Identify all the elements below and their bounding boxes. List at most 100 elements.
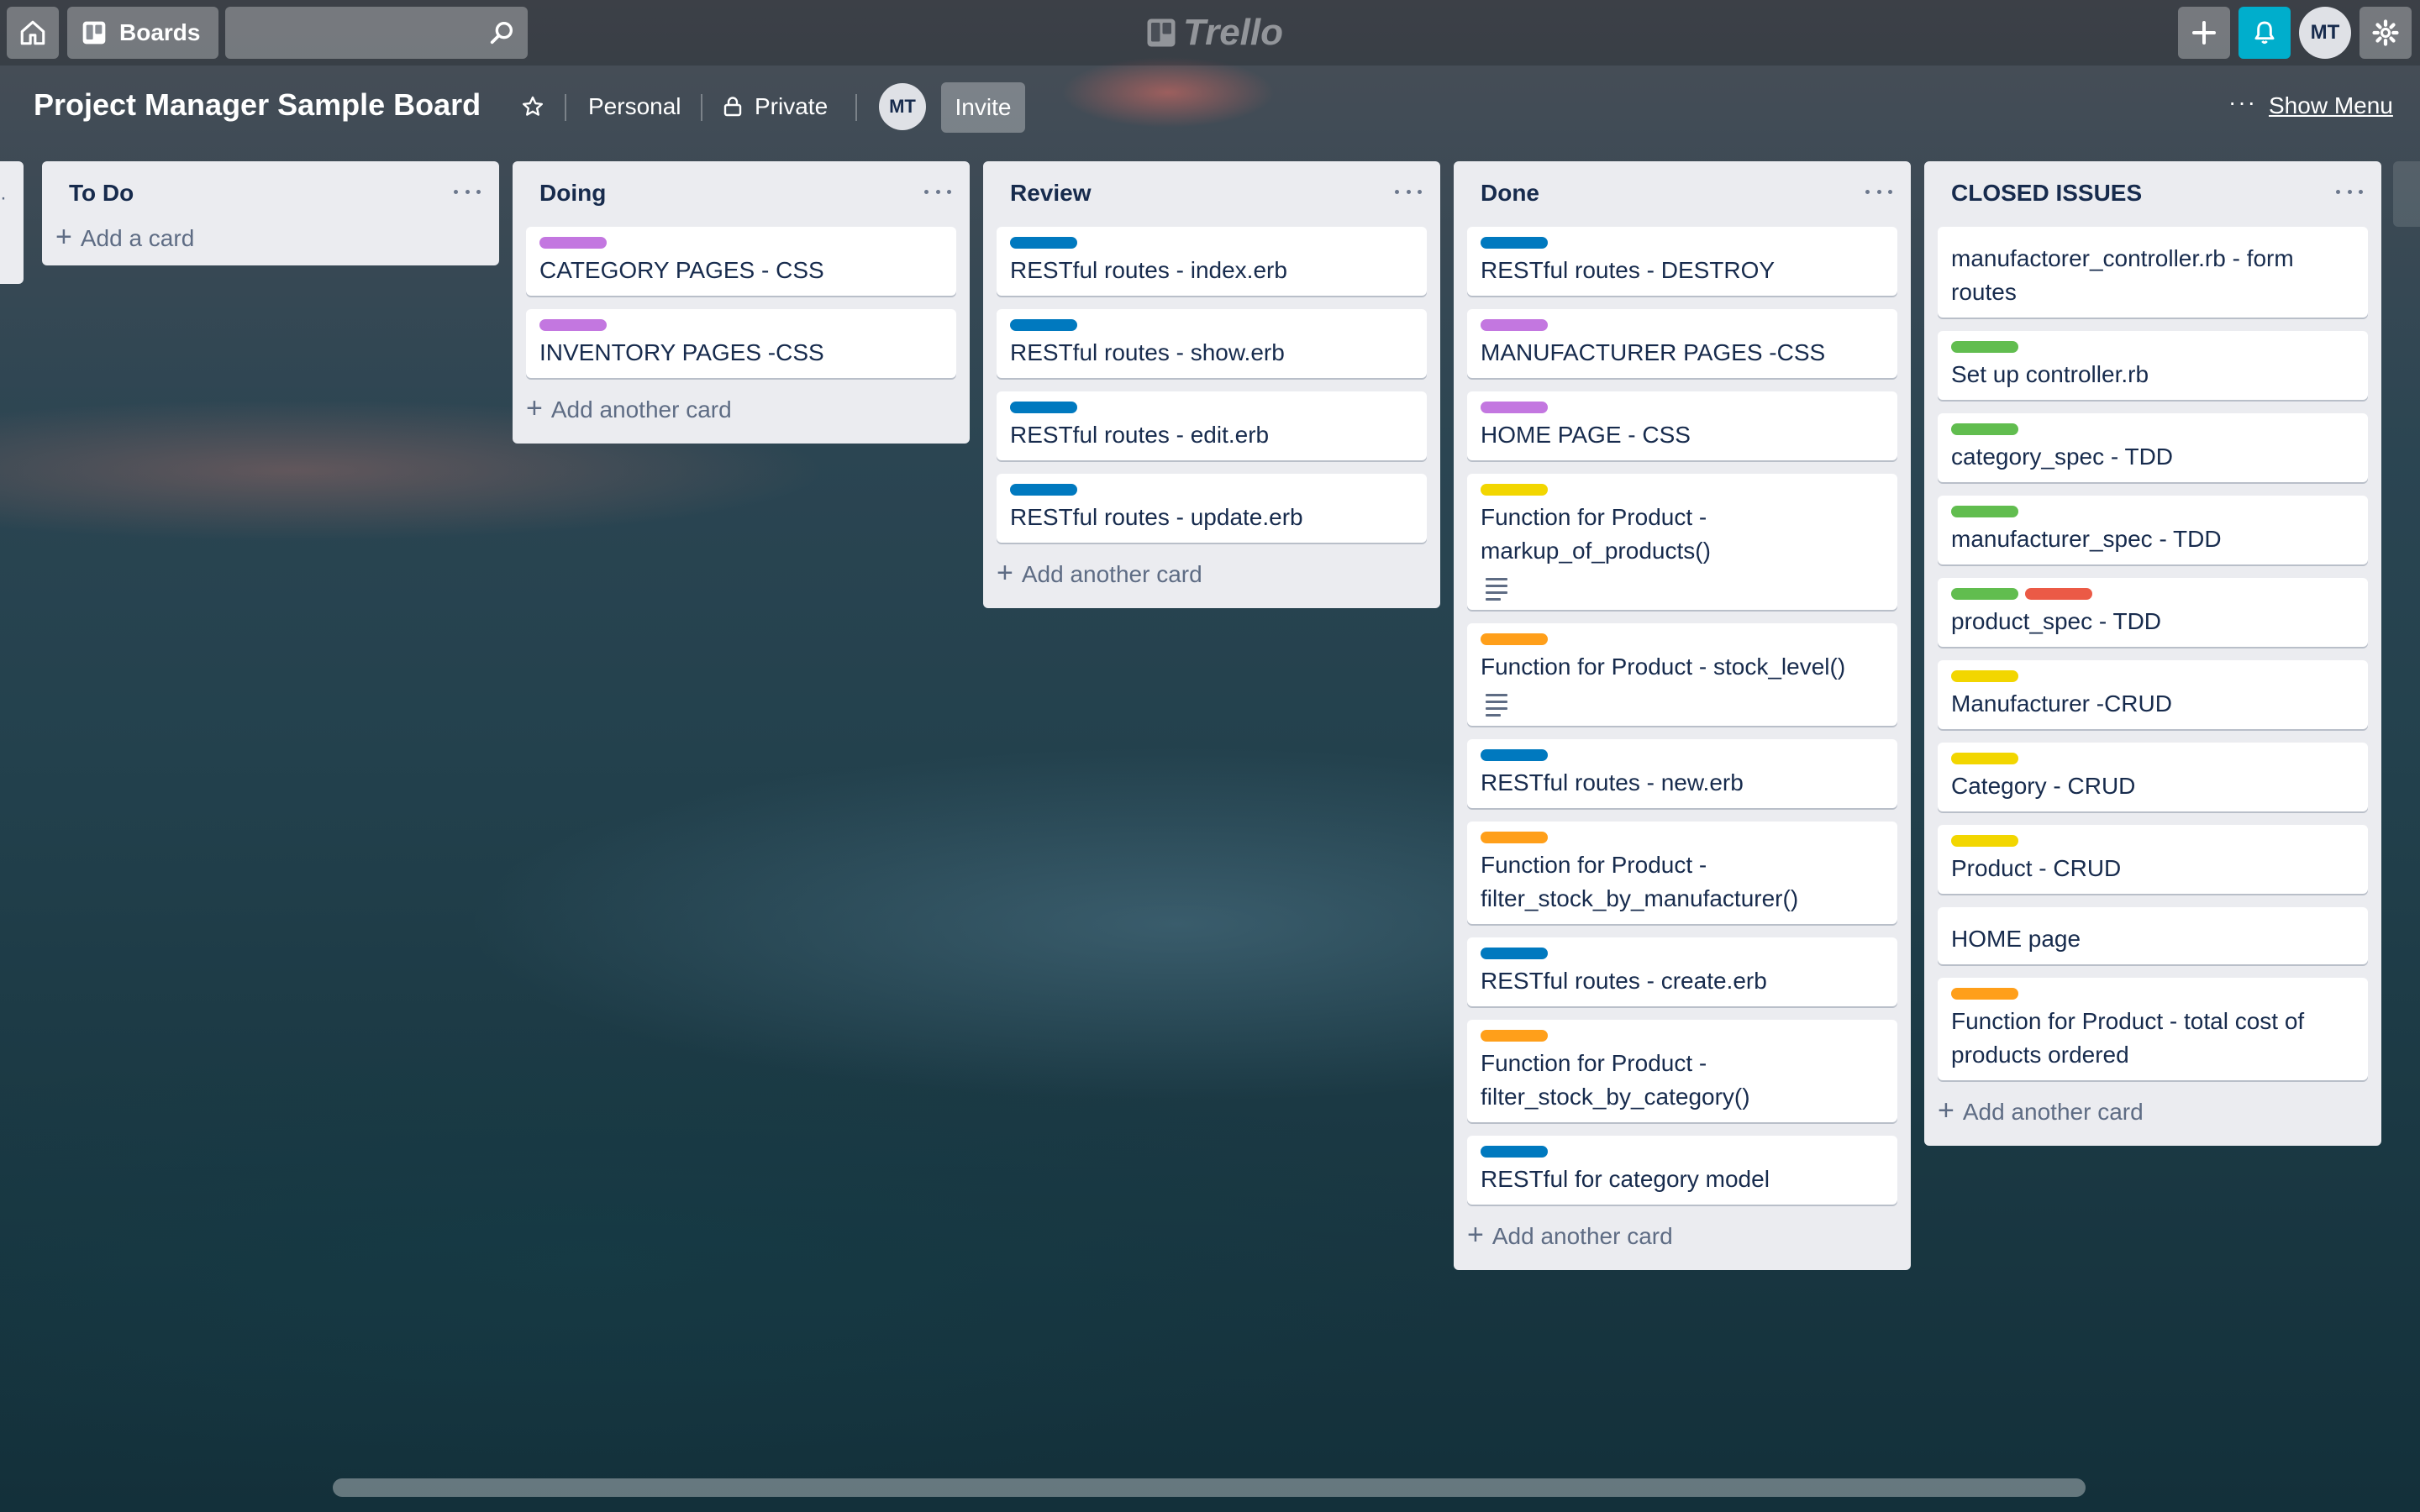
label-orange[interactable] bbox=[1481, 832, 1548, 843]
card-labels bbox=[1010, 484, 1077, 496]
list-title[interactable]: Doing bbox=[539, 180, 606, 207]
list-menu-icon[interactable] bbox=[2336, 181, 2363, 202]
create-button[interactable] bbox=[2178, 7, 2230, 59]
label-purple[interactable] bbox=[1481, 319, 1548, 331]
home-icon bbox=[20, 20, 45, 45]
list-title[interactable]: Done bbox=[1481, 180, 1539, 207]
card[interactable]: RESTful routes - edit.erb bbox=[997, 391, 1427, 460]
card-labels bbox=[1481, 633, 1548, 645]
card-labels bbox=[1481, 1146, 1548, 1158]
label-blue[interactable] bbox=[1481, 237, 1548, 249]
trello-logo[interactable]: Trello bbox=[1146, 12, 1283, 54]
label-yellow[interactable] bbox=[1951, 753, 2018, 764]
label-yellow[interactable] bbox=[1481, 484, 1548, 496]
card[interactable]: Function for Product - markup_of_product… bbox=[1467, 474, 1897, 610]
list-title[interactable]: CLOSED ISSUES bbox=[1951, 180, 2142, 207]
label-orange[interactable] bbox=[1951, 988, 2018, 1000]
card[interactable]: Product - CRUD bbox=[1938, 825, 2368, 894]
lock-icon bbox=[723, 97, 742, 117]
card[interactable]: product_spec - TDD bbox=[1938, 578, 2368, 647]
home-button[interactable] bbox=[7, 7, 59, 59]
card[interactable]: MANUFACTURER PAGES -CSS bbox=[1467, 309, 1897, 378]
card[interactable]: HOME PAGE - CSS bbox=[1467, 391, 1897, 460]
show-menu-link[interactable]: Show Menu bbox=[2269, 92, 2393, 119]
card[interactable]: Category - CRUD bbox=[1938, 743, 2368, 811]
card[interactable]: RESTful routes - update.erb bbox=[997, 474, 1427, 543]
label-green[interactable] bbox=[1951, 506, 2018, 517]
plus-icon bbox=[2192, 21, 2216, 45]
card[interactable]: RESTful routes - show.erb bbox=[997, 309, 1427, 378]
label-purple[interactable] bbox=[539, 237, 607, 249]
add-card-button[interactable]: + Add another card bbox=[1467, 1218, 1673, 1255]
card[interactable]: RESTful routes - new.erb bbox=[1467, 739, 1897, 808]
member-avatar[interactable]: MT bbox=[879, 83, 926, 130]
card-title: Function for Product - markup_of_product… bbox=[1481, 504, 1711, 564]
board-title[interactable]: Project Manager Sample Board bbox=[34, 87, 481, 123]
list-title[interactable]: To Do bbox=[69, 180, 134, 207]
card[interactable]: RESTful routes - index.erb bbox=[997, 227, 1427, 296]
label-yellow[interactable] bbox=[1951, 670, 2018, 682]
add-card-button[interactable]: + Add a card bbox=[55, 220, 194, 257]
team-button[interactable]: Personal bbox=[588, 89, 681, 124]
label-blue[interactable] bbox=[1010, 237, 1077, 249]
card-labels bbox=[1481, 832, 1548, 843]
invite-button[interactable]: Invite bbox=[941, 82, 1025, 133]
list-menu-icon[interactable] bbox=[1395, 181, 1422, 202]
user-avatar[interactable]: MT bbox=[2299, 7, 2351, 59]
card[interactable]: Function for Product - filter_stock_by_m… bbox=[1467, 822, 1897, 924]
card-labels bbox=[1481, 484, 1548, 496]
card-title: RESTful routes - create.erb bbox=[1481, 968, 1767, 994]
list-menu-icon[interactable] bbox=[924, 181, 951, 202]
label-orange[interactable] bbox=[1481, 1030, 1548, 1042]
card[interactable]: CATEGORY PAGES - CSS bbox=[526, 227, 956, 296]
card[interactable]: RESTful routes - DESTROY bbox=[1467, 227, 1897, 296]
card[interactable]: manufacturer_spec - TDD bbox=[1938, 496, 2368, 564]
list-review: Review RESTful routes - index.erb RESTful … bbox=[983, 161, 1440, 608]
card[interactable]: Set up controller.rb bbox=[1938, 331, 2368, 400]
more-icon[interactable]: ··· bbox=[2228, 89, 2257, 116]
label-purple[interactable] bbox=[539, 319, 607, 331]
card[interactable]: INVENTORY PAGES -CSS bbox=[526, 309, 956, 378]
card[interactable]: RESTful routes - create.erb bbox=[1467, 937, 1897, 1006]
label-green[interactable] bbox=[1951, 423, 2018, 435]
notifications-button[interactable] bbox=[2238, 7, 2291, 59]
horizontal-scrollbar[interactable] bbox=[333, 1478, 2086, 1497]
label-blue[interactable] bbox=[1010, 484, 1077, 496]
label-green[interactable] bbox=[1951, 341, 2018, 353]
label-blue[interactable] bbox=[1481, 749, 1548, 761]
card[interactable]: category_spec - TDD bbox=[1938, 413, 2368, 482]
card[interactable]: manufactorer_controller.rb - form routes bbox=[1938, 227, 2368, 318]
add-card-button[interactable]: + Add another card bbox=[526, 391, 732, 428]
search-input[interactable] bbox=[225, 7, 528, 59]
list-menu-icon[interactable] bbox=[1865, 181, 1892, 202]
card[interactable]: Function for Product - filter_stock_by_c… bbox=[1467, 1020, 1897, 1122]
card[interactable]: RESTful for category model bbox=[1467, 1136, 1897, 1205]
card-title: Set up controller.rb bbox=[1951, 361, 2149, 387]
label-blue[interactable] bbox=[1010, 319, 1077, 331]
card[interactable]: HOME page bbox=[1938, 907, 2368, 964]
add-card-button[interactable]: + Add another card bbox=[1938, 1094, 2144, 1131]
label-purple[interactable] bbox=[1481, 402, 1548, 413]
label-blue[interactable] bbox=[1481, 948, 1548, 959]
label-orange[interactable] bbox=[1481, 633, 1548, 645]
visibility-button[interactable]: Private bbox=[723, 89, 828, 124]
card-title: RESTful routes - index.erb bbox=[1010, 257, 1287, 283]
label-red[interactable] bbox=[2025, 588, 2092, 600]
settings-button[interactable] bbox=[2360, 7, 2412, 59]
list-menu-icon[interactable] bbox=[454, 181, 481, 202]
label-yellow[interactable] bbox=[1951, 835, 2018, 847]
list-partial: · bbox=[0, 161, 24, 284]
label-green[interactable] bbox=[1951, 588, 2018, 600]
boards-button[interactable]: Boards bbox=[67, 7, 218, 59]
card[interactable]: Manufacturer -CRUD bbox=[1938, 660, 2368, 729]
card-labels bbox=[1481, 402, 1548, 413]
list-title[interactable]: Review bbox=[1010, 180, 1092, 207]
label-blue[interactable] bbox=[1010, 402, 1077, 413]
label-blue[interactable] bbox=[1481, 1146, 1548, 1158]
star-button[interactable] bbox=[516, 89, 550, 124]
card[interactable]: Function for Product - stock_level() bbox=[1467, 623, 1897, 726]
visibility-label: Private bbox=[755, 93, 829, 119]
card[interactable]: Function for Product - total cost of pro… bbox=[1938, 978, 2368, 1080]
plus-icon: + bbox=[1938, 1095, 1954, 1126]
add-card-button[interactable]: + Add another card bbox=[997, 556, 1202, 593]
